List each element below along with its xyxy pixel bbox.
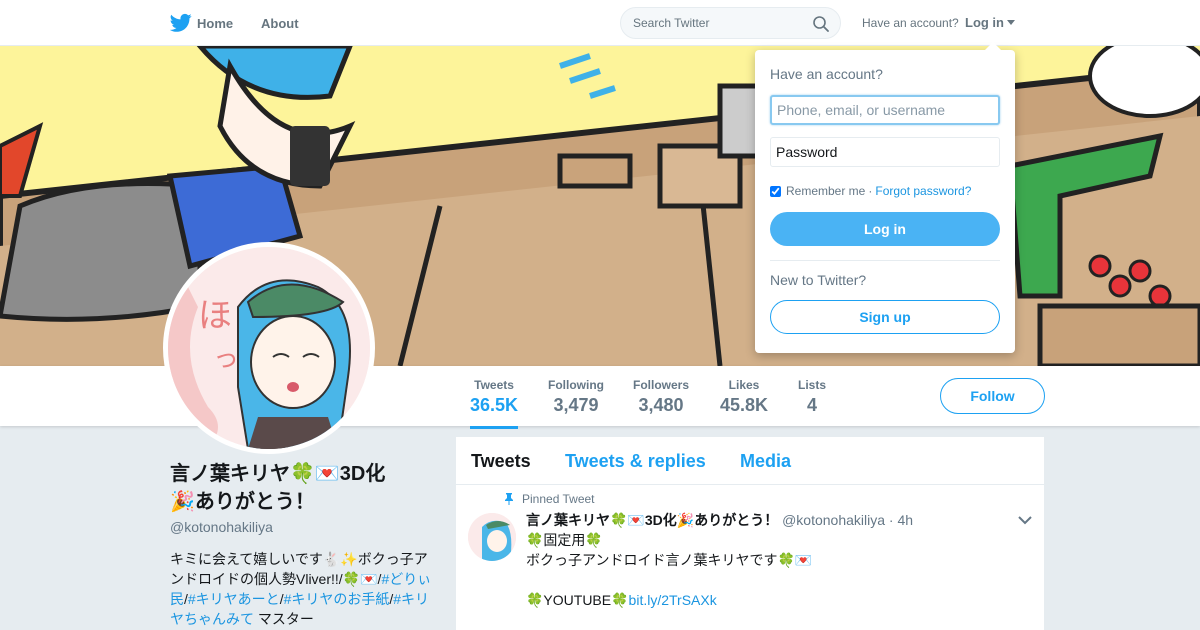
stat-likes[interactable]: Likes 45.8K [720, 378, 768, 416]
pinned-tweet-label: Pinned Tweet [504, 492, 595, 506]
search-icon[interactable] [813, 16, 829, 32]
tab-tweets[interactable]: Tweets [471, 451, 531, 472]
tweet-line: 🍀固定用🍀 [526, 532, 603, 548]
have-account-label: Have an account? [862, 16, 959, 30]
login-toggle-label: Log in [965, 15, 1004, 30]
login-dropdown: Have an account? Remember me · Forgot pa… [755, 42, 1015, 353]
stat-value: 45.8K [720, 395, 769, 415]
tweet-body: 🍀固定用🍀 ボクっ子アンドロイド言ノ葉キリヤです🍀💌 🍀YOUTUBE🍀bit.… [526, 530, 1026, 610]
search-input[interactable] [621, 8, 806, 38]
tweet-line [526, 570, 1026, 590]
avatar-illustration: ほ っ [168, 247, 370, 449]
stat-lists[interactable]: Lists 4 [798, 378, 826, 416]
nav-home-label: Home [197, 15, 234, 31]
stat-label: Following [548, 378, 604, 392]
bio-hashtag-link[interactable]: #キリヤあーと [188, 591, 280, 607]
stat-label: Followers [633, 378, 690, 392]
tweet-header: 言ノ葉キリヤ🍀💌3D化🎉ありがとう！ @kotonohakiliya · 4h [526, 510, 913, 530]
tweet-line-text: 🍀YOUTUBE🍀 [526, 592, 629, 608]
stat-label: Lists [798, 378, 827, 392]
stat-value: 4 [807, 395, 818, 415]
pin-icon [505, 493, 513, 505]
tweet-author-name[interactable]: 言ノ葉キリヤ🍀💌3D化🎉ありがとう！ [526, 512, 778, 528]
timeline: Tweets Tweets & replies Media Pinned Twe… [456, 437, 1044, 630]
stat-label: Tweets [474, 378, 514, 392]
remember-separator: · [868, 184, 873, 198]
tweet-line: 🍀YOUTUBE🍀bit.ly/2TrSAXk [526, 590, 1026, 610]
stat-following[interactable]: Following 3,479 [548, 378, 604, 416]
login-button[interactable]: Log in [770, 212, 1000, 246]
svg-text:ほ: ほ [198, 296, 232, 336]
tweet-avatar[interactable] [468, 513, 516, 561]
stat-value: 3,479 [553, 395, 599, 415]
search-box[interactable] [620, 7, 841, 39]
tweet-avatar-illustration [468, 513, 516, 561]
profile-handle[interactable]: @kotonohakiliya [170, 519, 273, 535]
remember-checkbox[interactable] [770, 185, 781, 197]
username-field[interactable] [770, 95, 1000, 125]
bio-text: マスター [254, 611, 314, 627]
chevron-down-icon[interactable] [1018, 515, 1032, 525]
nav-about-link[interactable]: About [261, 16, 299, 31]
password-field[interactable] [770, 137, 1000, 167]
tweet-link[interactable]: bit.ly/2TrSAXk [629, 592, 717, 608]
nav-home-link[interactable]: Home [170, 13, 233, 33]
dropdown-title: Have an account? [770, 66, 883, 82]
login-dropdown-toggle[interactable]: Log in [965, 15, 1015, 30]
timeline-tabs: Tweets Tweets & replies Media [456, 437, 1044, 485]
tweet-timestamp[interactable]: 4h [897, 512, 913, 528]
remember-label[interactable]: Remember me [786, 184, 865, 198]
signup-button[interactable]: Sign up [770, 300, 1000, 334]
twitter-bird-icon [170, 13, 192, 32]
tweet-line: ボクっ子アンドロイド言ノ葉キリヤです🍀💌 [526, 552, 813, 568]
stat-followers[interactable]: Followers 3,480 [633, 378, 689, 416]
top-navigation: Home About Have an account? Log in [0, 0, 1200, 46]
svg-text:っ: っ [213, 344, 239, 374]
follow-button[interactable]: Follow [940, 378, 1045, 414]
caret-down-icon [1007, 20, 1015, 25]
new-to-twitter-label: New to Twitter? [770, 272, 867, 288]
remember-row: Remember me · Forgot password? [770, 184, 971, 198]
bio-hashtag-link[interactable]: #キリヤのお手紙 [284, 591, 390, 607]
profile-avatar[interactable]: ほ っ [163, 242, 375, 454]
tab-media[interactable]: Media [740, 451, 791, 472]
profile-name: 言ノ葉キリヤ🍀💌3D化🎉ありがとう！ [170, 463, 386, 513]
tweet-author-handle[interactable]: @kotonohakiliya [782, 512, 885, 528]
stat-tweets[interactable]: Tweets 36.5K [470, 378, 519, 429]
dropdown-divider [770, 260, 1000, 261]
stat-label: Likes [728, 378, 760, 392]
forgot-password-link[interactable]: Forgot password? [875, 184, 971, 198]
profile-bio: キミに会えて嬉しいです🐇✨ボクっ子アンドロイドの個人勢Vliver!!/🍀💌/#… [170, 549, 440, 629]
tab-tweets-replies[interactable]: Tweets & replies [565, 451, 706, 472]
stat-value: 36.5K [470, 395, 519, 415]
stat-value: 3,480 [638, 395, 684, 415]
tweet-separator: · [888, 512, 894, 528]
pinned-label-text: Pinned Tweet [522, 492, 595, 506]
